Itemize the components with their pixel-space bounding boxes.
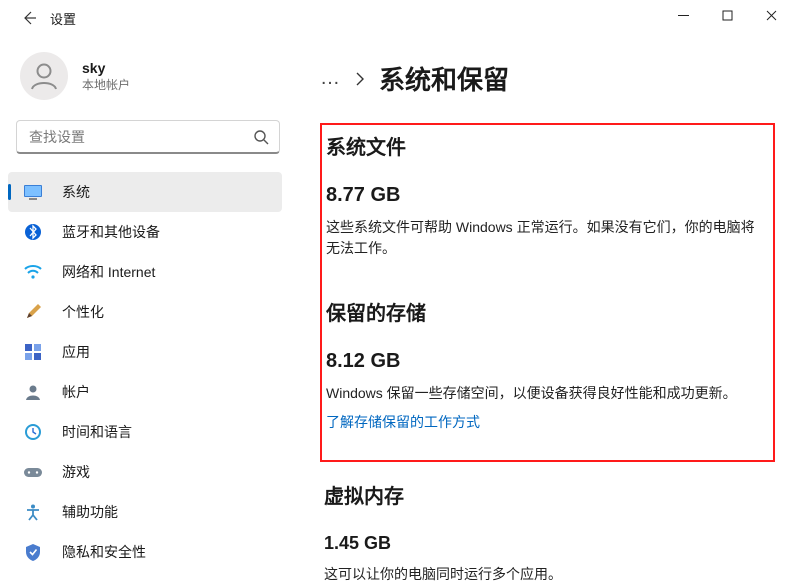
breadcrumb-dots[interactable]: … <box>320 67 341 90</box>
section-value: 8.12 GB <box>326 350 755 373</box>
privacy-icon <box>22 541 44 563</box>
sidebar-item-label: 网络和 Internet <box>62 262 155 282</box>
titlebar-title: 设置 <box>50 9 76 28</box>
avatar <box>20 52 68 100</box>
search-box[interactable] <box>16 120 280 154</box>
maximize-icon <box>722 10 733 21</box>
accessibility-icon <box>22 501 44 523</box>
page-title: 系统和保留 <box>379 60 509 97</box>
minimize-button[interactable] <box>661 0 705 30</box>
back-button[interactable] <box>12 4 46 32</box>
sidebar-item-system[interactable]: 系统 <box>8 172 282 212</box>
close-icon <box>766 10 777 21</box>
section-title: 系统文件 <box>326 131 755 160</box>
maximize-button[interactable] <box>705 0 749 30</box>
bluetooth-icon <box>22 221 44 243</box>
titlebar: 设置 <box>0 0 793 36</box>
profile-sub: 本地帐户 <box>82 76 130 93</box>
highlight-box: 系统文件 8.77 GB 这些系统文件可帮助 Windows 正常运行。如果没有… <box>320 123 775 462</box>
nav: 系统 蓝牙和其他设备 网络和 Internet 个性化 应用 帐户 <box>8 172 288 586</box>
reserved-link[interactable]: 了解存储保留的工作方式 <box>326 412 480 432</box>
sidebar-item-network[interactable]: 网络和 Internet <box>8 252 282 292</box>
sidebar-item-apps[interactable]: 应用 <box>8 332 282 372</box>
sidebar-item-label: 隐私和安全性 <box>62 542 146 562</box>
apps-icon <box>22 341 44 363</box>
sidebar-item-personalization[interactable]: 个性化 <box>8 292 282 332</box>
sidebar-item-label: 时间和语言 <box>62 422 132 442</box>
chevron-right-icon <box>355 72 365 86</box>
section-title: 虚拟内存 <box>324 480 767 509</box>
section-value: 8.77 GB <box>326 184 755 207</box>
section-system-files: 系统文件 8.77 GB 这些系统文件可帮助 Windows 正常运行。如果没有… <box>322 131 763 275</box>
brush-icon <box>22 301 44 323</box>
sidebar-item-time[interactable]: 时间和语言 <box>8 412 282 452</box>
section-desc: Windows 保留一些存储空间，以便设备获得良好性能和成功更新。 <box>326 383 755 404</box>
sidebar-item-label: 个性化 <box>62 302 104 322</box>
wifi-icon <box>22 261 44 283</box>
sidebar-item-label: 游戏 <box>62 462 90 482</box>
close-button[interactable] <box>749 0 793 30</box>
sidebar-item-label: 辅助功能 <box>62 502 118 522</box>
profile[interactable]: sky 本地帐户 <box>8 36 288 120</box>
sidebar-item-privacy[interactable]: 隐私和安全性 <box>8 532 282 572</box>
minimize-icon <box>678 10 689 21</box>
sidebar-item-label: 帐户 <box>62 382 90 402</box>
time-icon <box>22 421 44 443</box>
sidebar-item-label: 蓝牙和其他设备 <box>62 222 160 242</box>
system-icon <box>22 181 44 203</box>
back-arrow-icon <box>21 10 37 26</box>
person-icon <box>27 59 61 93</box>
sidebar-item-gaming[interactable]: 游戏 <box>8 452 282 492</box>
breadcrumb: … 系统和保留 <box>320 60 775 97</box>
sidebar-item-label: 系统 <box>62 182 90 202</box>
section-desc: 这些系统文件可帮助 Windows 正常运行。如果没有它们，你的电脑将无法工作。 <box>326 217 755 259</box>
search-input[interactable] <box>29 129 253 145</box>
accounts-icon <box>22 381 44 403</box>
sidebar-item-bluetooth[interactable]: 蓝牙和其他设备 <box>8 212 282 252</box>
section-value: 1.45 GB <box>324 533 767 554</box>
content: … 系统和保留 系统文件 8.77 GB 这些系统文件可帮助 Windows 正… <box>288 36 793 586</box>
profile-name: sky <box>82 60 130 76</box>
window-controls <box>661 0 793 30</box>
section-virtual-memory: 虚拟内存 1.45 GB 这可以让你的电脑同时运行多个应用。 <box>320 480 775 586</box>
section-desc: 这可以让你的电脑同时运行多个应用。 <box>324 564 767 585</box>
sidebar-item-accounts[interactable]: 帐户 <box>8 372 282 412</box>
sidebar-item-label: 应用 <box>62 342 90 362</box>
gaming-icon <box>22 461 44 483</box>
section-reserved-storage: 保留的存储 8.12 GB Windows 保留一些存储空间，以便设备获得良好性… <box>322 297 763 448</box>
section-title: 保留的存储 <box>326 297 755 326</box>
search-icon <box>253 129 269 145</box>
sidebar: sky 本地帐户 系统 蓝牙和其他设备 网络和 Internet <box>0 36 288 586</box>
sidebar-item-accessibility[interactable]: 辅助功能 <box>8 492 282 532</box>
